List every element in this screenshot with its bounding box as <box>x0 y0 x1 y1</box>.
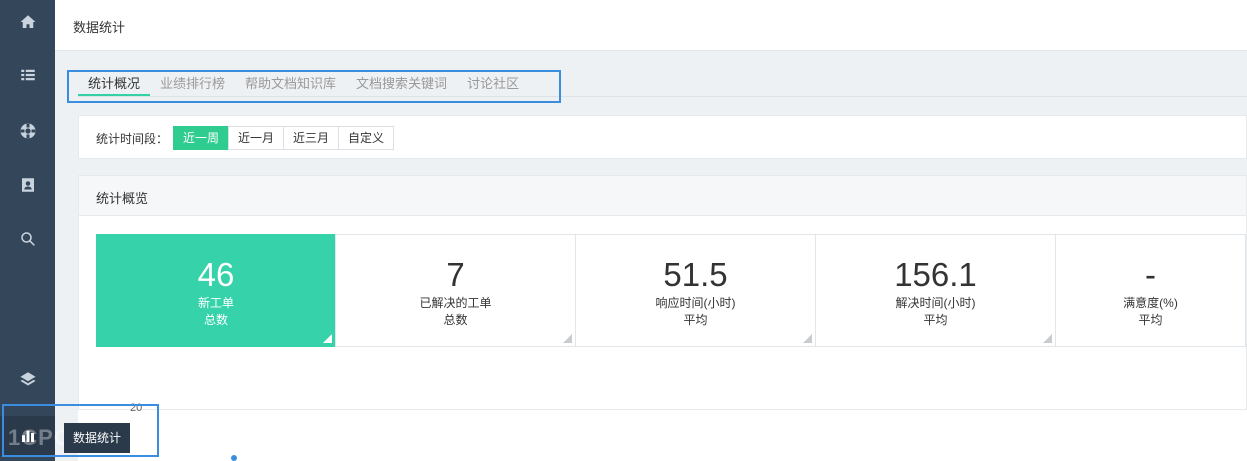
range-week-button[interactable]: 近一周 <box>173 126 230 150</box>
corner-triangle-icon <box>803 334 812 343</box>
sidebar-item-layers[interactable] <box>0 359 55 399</box>
range-month-button[interactable]: 近一月 <box>228 126 285 150</box>
stat-cards: 46 新工单 总数 7 已解决的工单 总数 51.5 响应时间(小时) 平均 1… <box>96 234 1246 347</box>
stat-label: 新工单 <box>197 296 234 310</box>
sidebar-item-search[interactable] <box>0 219 55 259</box>
stat-card-new-tickets[interactable]: 46 新工单 总数 <box>96 234 336 347</box>
stat-label: 响应时间(小时) <box>655 296 736 310</box>
tab-knowledge-base[interactable]: 帮助文档知识库 <box>235 72 346 96</box>
lifebuoy-icon <box>20 123 35 139</box>
stat-sublabel: 平均 <box>683 313 708 327</box>
stat-label: 解决时间(小时) <box>895 296 976 310</box>
contact-card-icon <box>21 178 34 192</box>
stat-card-resolution-time[interactable]: 156.1 解决时间(小时) 平均 <box>815 234 1056 347</box>
sidebar-item-contacts[interactable] <box>0 165 55 205</box>
time-filter-panel: 统计时间段： 近一周 近一月 近三月 自定义 <box>78 115 1247 159</box>
trend-chart-area <box>78 409 1247 461</box>
chart-y-tick-label: 20 <box>130 402 143 414</box>
sidebar <box>0 0 55 461</box>
stat-value: 51.5 <box>663 256 728 293</box>
range-custom-button[interactable]: 自定义 <box>338 126 395 150</box>
layers-icon <box>20 372 35 386</box>
sidebar-item-home[interactable] <box>0 2 55 42</box>
stat-sublabel: 平均 <box>923 313 948 327</box>
stat-label: 满意度(%) <box>1123 296 1178 310</box>
stat-value: 156.1 <box>894 256 977 293</box>
tab-search-keywords[interactable]: 文档搜索关键词 <box>346 72 457 96</box>
corner-triangle-icon <box>1043 334 1052 343</box>
page-title: 数据统计 <box>73 20 126 35</box>
sidebar-item-list[interactable] <box>0 55 55 95</box>
home-icon <box>20 15 35 28</box>
tabs-divider <box>78 96 1247 97</box>
time-range-selector: 近一周 近一月 近三月 自定义 <box>173 126 395 150</box>
stat-value: 7 <box>446 256 465 293</box>
stat-value: - <box>1145 256 1156 293</box>
tab-community[interactable]: 讨论社区 <box>457 72 529 96</box>
stat-card-response-time[interactable]: 51.5 响应时间(小时) 平均 <box>575 234 816 347</box>
tab-overview[interactable]: 统计概况 <box>78 72 151 96</box>
list-icon <box>20 69 35 81</box>
stat-sublabel: 总数 <box>203 313 228 327</box>
sidebar-tooltip: 数据统计 <box>64 423 130 453</box>
stat-sublabel: 总数 <box>443 313 468 327</box>
stat-value: 46 <box>197 256 235 293</box>
stat-sublabel: 平均 <box>1138 313 1163 327</box>
overview-title: 统计概览 <box>96 191 149 206</box>
top-bar: 数据统计 <box>55 0 1247 51</box>
corner-triangle-icon <box>563 334 572 343</box>
stat-card-resolved-tickets[interactable]: 7 已解决的工单 总数 <box>335 234 576 347</box>
corner-triangle-icon <box>323 334 332 343</box>
chart-data-point[interactable] <box>231 455 237 461</box>
time-filter-label: 统计时间段： <box>96 132 169 146</box>
range-three-months-button[interactable]: 近三月 <box>283 126 340 150</box>
overview-header: 统计概览 <box>79 176 1246 216</box>
search-icon <box>20 232 35 246</box>
stat-card-satisfaction[interactable]: - 满意度(%) 平均 <box>1055 234 1246 347</box>
stat-label: 已解决的工单 <box>419 296 492 310</box>
sidebar-item-support[interactable] <box>0 111 55 151</box>
tab-bar: 统计概况 业绩排行榜 帮助文档知识库 文档搜索关键词 讨论社区 <box>78 72 529 98</box>
tab-ranking[interactable]: 业绩排行榜 <box>150 72 235 96</box>
